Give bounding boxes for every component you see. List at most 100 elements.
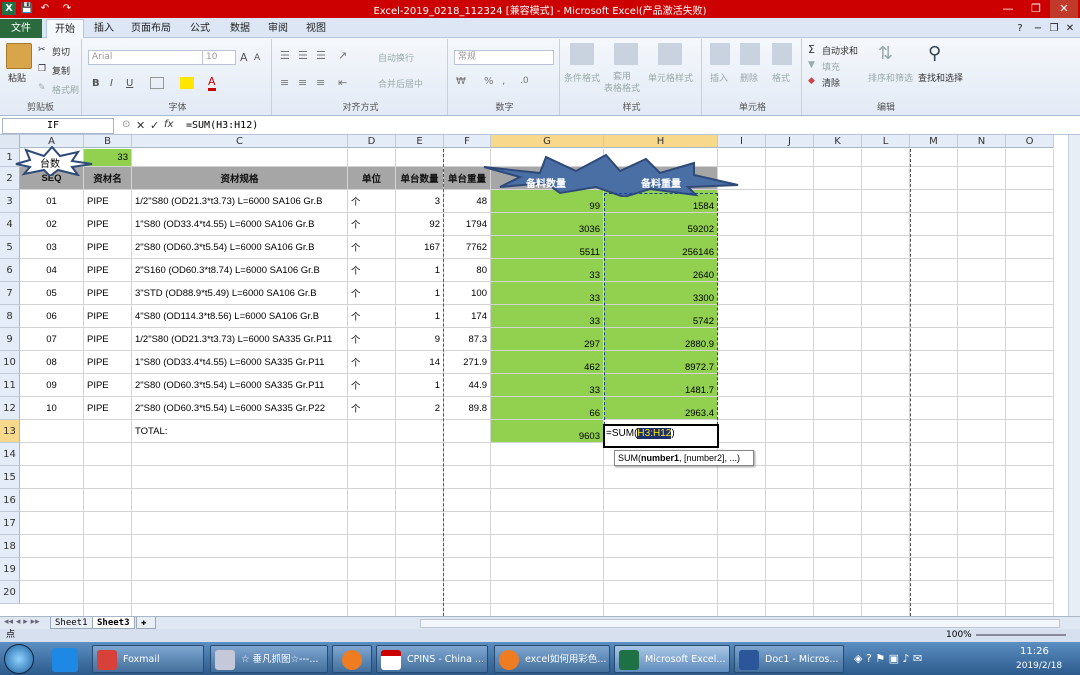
empty-cell[interactable] xyxy=(910,167,958,190)
ribbon-restore-button[interactable]: ❐ xyxy=(1046,19,1062,38)
close-button[interactable]: ✕ xyxy=(1050,0,1078,18)
empty-cell[interactable] xyxy=(910,443,958,466)
column-header-o[interactable]: O xyxy=(1006,135,1054,148)
orientation-icon[interactable]: ↗ xyxy=(338,49,347,62)
empty-cell[interactable] xyxy=(862,213,910,236)
empty-cell[interactable] xyxy=(862,351,910,374)
spec-cell[interactable]: 1/2"S80 (OD21.3*t3.73) L=6000 SA335 Gr.P… xyxy=(132,328,348,351)
weight-cell[interactable]: 7762 xyxy=(444,236,491,259)
empty-cell[interactable] xyxy=(862,167,910,190)
start-button[interactable] xyxy=(4,644,34,674)
row-header-6[interactable]: 6 xyxy=(0,259,20,282)
align-top-icon[interactable]: ☰ xyxy=(280,49,290,62)
empty-cell[interactable] xyxy=(766,236,814,259)
row-header-5[interactable]: 5 xyxy=(0,236,20,259)
taskbar-foxmail[interactable]: Foxmail xyxy=(92,645,204,673)
empty-cell[interactable] xyxy=(20,420,84,443)
font-color-icon[interactable]: A xyxy=(208,75,216,91)
qty-cell[interactable]: 1 xyxy=(396,259,444,282)
tab-review[interactable]: 审阅 xyxy=(260,19,296,38)
qty-cell[interactable]: 92 xyxy=(396,213,444,236)
empty-cell[interactable] xyxy=(604,558,718,581)
empty-cell[interactable] xyxy=(958,282,1006,305)
seq-cell[interactable]: 08 xyxy=(20,351,84,374)
empty-cell[interactable] xyxy=(766,466,814,489)
empty-cell[interactable] xyxy=(862,558,910,581)
empty-cell[interactable] xyxy=(814,282,862,305)
taskbar-browser[interactable]: excel如何用彩色... xyxy=(494,645,610,673)
empty-cell[interactable] xyxy=(1006,558,1054,581)
empty-cell[interactable] xyxy=(958,167,1006,190)
table-format-icon[interactable] xyxy=(614,43,638,65)
empty-cell[interactable] xyxy=(814,259,862,282)
empty-cell[interactable] xyxy=(862,420,910,443)
spec-cell[interactable]: 2"S80 (OD60.3*t5.54) L=6000 SA335 Gr.P11 xyxy=(132,374,348,397)
empty-cell[interactable] xyxy=(814,466,862,489)
qty-cell[interactable]: 167 xyxy=(396,236,444,259)
empty-cell[interactable] xyxy=(491,512,604,535)
vertical-scrollbar[interactable] xyxy=(1068,135,1080,616)
empty-cell[interactable] xyxy=(604,489,718,512)
empty-cell[interactable] xyxy=(444,581,491,604)
empty-cell[interactable] xyxy=(348,512,396,535)
empty-cell[interactable] xyxy=(814,213,862,236)
empty-cell[interactable] xyxy=(84,558,132,581)
total-qty-cell[interactable]: 3036 xyxy=(491,213,604,236)
empty-cell[interactable] xyxy=(1006,420,1054,443)
empty-cell[interactable] xyxy=(910,190,958,213)
unit-cell[interactable]: 个 xyxy=(348,259,396,282)
spec-cell[interactable]: 1/2"S80 (OD21.3*t3.73) L=6000 SA106 Gr.B xyxy=(132,190,348,213)
empty-cell[interactable] xyxy=(84,489,132,512)
tab-data[interactable]: 数据 xyxy=(222,19,258,38)
empty-cell[interactable] xyxy=(814,512,862,535)
empty-cell[interactable] xyxy=(862,190,910,213)
empty-cell[interactable] xyxy=(814,167,862,190)
empty-cell[interactable] xyxy=(1006,236,1054,259)
percent-button[interactable]: % xyxy=(484,76,494,87)
seq-cell[interactable]: 10 xyxy=(20,397,84,420)
empty-cell[interactable] xyxy=(766,282,814,305)
empty-cell[interactable] xyxy=(20,466,84,489)
empty-cell[interactable] xyxy=(718,282,766,305)
empty-cell[interactable] xyxy=(766,149,814,167)
cut-icon[interactable]: ✂ xyxy=(38,45,46,55)
row-header-16[interactable]: 16 xyxy=(0,489,20,512)
empty-cell[interactable] xyxy=(766,305,814,328)
row-header-10[interactable]: 10 xyxy=(0,351,20,374)
empty-cell[interactable] xyxy=(910,558,958,581)
empty-cell[interactable] xyxy=(1006,259,1054,282)
align-left-icon[interactable]: ≡ xyxy=(280,76,289,89)
font-size-select[interactable]: 10 xyxy=(202,50,236,65)
empty-cell[interactable] xyxy=(958,489,1006,512)
empty-cell[interactable] xyxy=(958,604,1006,616)
header-cell[interactable]: 资材规格 xyxy=(132,167,348,190)
empty-cell[interactable] xyxy=(718,604,766,616)
empty-cell[interactable] xyxy=(1006,282,1054,305)
tab-formulas[interactable]: 公式 xyxy=(182,19,218,38)
empty-cell[interactable] xyxy=(862,328,910,351)
spec-cell[interactable]: 1"S80 (OD33.4*t4.55) L=6000 SA335 Gr.P11 xyxy=(132,351,348,374)
confirm-entry-icon[interactable]: ✓ xyxy=(150,119,159,132)
italic-button[interactable]: I xyxy=(110,78,113,89)
grand-total-qty-cell[interactable]: 9603 xyxy=(491,420,604,443)
qty-cell[interactable]: 2 xyxy=(396,397,444,420)
sort-filter-button[interactable]: 排序和筛选 xyxy=(868,71,913,84)
empty-cell[interactable] xyxy=(348,443,396,466)
seq-cell[interactable]: 01 xyxy=(20,190,84,213)
qty-cell[interactable]: 14 xyxy=(396,351,444,374)
weight-cell[interactable]: 100 xyxy=(444,282,491,305)
weight-cell[interactable]: 44.9 xyxy=(444,374,491,397)
empty-cell[interactable] xyxy=(814,558,862,581)
empty-cell[interactable] xyxy=(491,466,604,489)
empty-cell[interactable] xyxy=(958,420,1006,443)
empty-cell[interactable] xyxy=(958,535,1006,558)
empty-cell[interactable] xyxy=(958,466,1006,489)
empty-cell[interactable] xyxy=(766,374,814,397)
empty-cell[interactable] xyxy=(718,489,766,512)
name-cell[interactable]: PIPE xyxy=(84,374,132,397)
column-header-d[interactable]: D xyxy=(348,135,396,148)
empty-cell[interactable] xyxy=(348,420,396,443)
comma-button[interactable]: , xyxy=(502,76,505,87)
align-bottom-icon[interactable]: ☰ xyxy=(316,49,326,62)
empty-cell[interactable] xyxy=(814,443,862,466)
